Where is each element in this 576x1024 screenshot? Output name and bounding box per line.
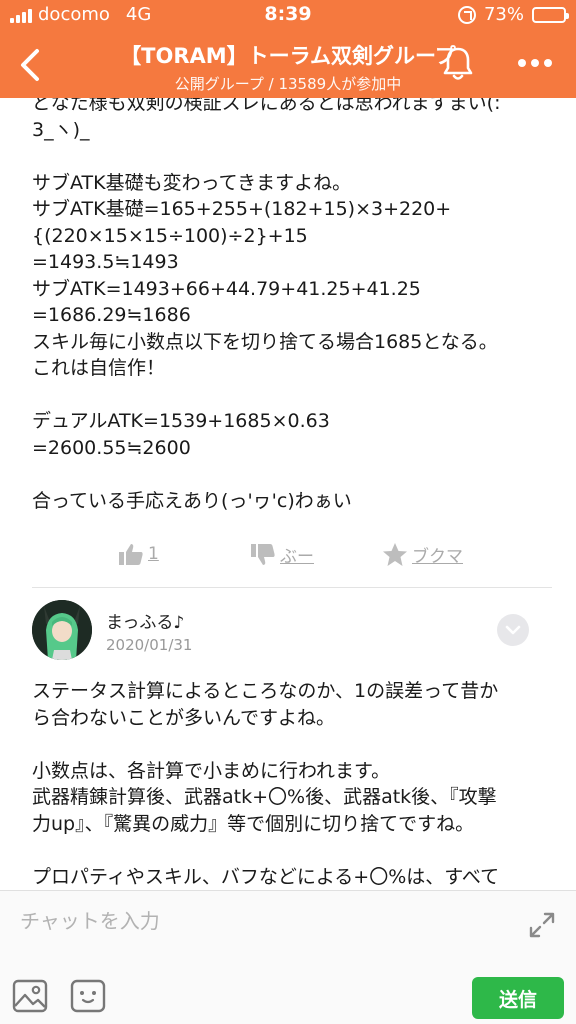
status-right: 73% [457,4,569,25]
dislike-label: ぶー [280,547,314,567]
bookmark-label: ブクマ [412,547,463,567]
back-button[interactable] [10,42,50,88]
more-dot-icon [518,59,526,67]
group-subtitle: 公開グループ / 13589人が参加中 [174,75,402,93]
like-button[interactable]: 1 [118,542,159,566]
comment-author[interactable]: まっふる♪ [106,608,184,633]
chat-input[interactable]: チャットを入力 [20,905,160,934]
more-dot-icon [544,59,552,67]
chat-composer: チャットを入力 送信 [0,890,576,1024]
thumbs-up-icon [119,544,143,565]
status-bar: docomo 4G 8:39 73% [0,0,576,30]
app-header: docomo 4G 8:39 73% 【TORAM】トーラム双剣グループ 公開グ… [0,0,576,98]
rotation-lock-icon [457,5,476,24]
title-block: 【TORAM】トーラム双剣グループ 公開グループ / 13589人が参加中 [80,40,496,94]
star-icon [383,543,407,566]
more-options-button[interactable] [512,48,558,78]
image-icon [12,979,48,1013]
post-actions: 1 ぶー ブクマ [0,534,576,578]
dislike-button[interactable]: ぶー [250,542,314,567]
avatar[interactable] [32,600,92,660]
chevron-down-icon [505,625,521,635]
avatar-image [32,600,92,660]
sticker-button[interactable] [70,979,106,1013]
thread-content[interactable]: どなた様も双剣の検証スレにあるとは思われますまい(: 3_ヽ)_ サブATK基礎… [0,98,576,890]
chevron-left-icon [21,49,39,81]
expand-icon [529,912,555,938]
bookmark-button[interactable]: ブクマ [382,542,463,567]
comment-header: まっふる♪ 2020/01/31 [0,598,576,668]
battery-percent: 73% [483,4,524,25]
divider [32,587,552,588]
comment-menu-button[interactable] [497,614,529,646]
comment-body: ステータス計算によるところなのか、1の誤差って昔か ら合わないことが多いんですよ… [32,680,500,888]
thumbs-down-icon [251,543,275,565]
expand-input-button[interactable] [526,909,558,941]
like-count: 1 [148,544,159,564]
post-body: どなた様も双剣の検証スレにあるとは思われますまい(: 3_ヽ)_ サブATK基礎… [32,98,501,512]
bell-icon [443,47,473,80]
battery-icon [532,6,569,23]
group-title: 【TORAM】トーラム双剣グループ [120,44,456,68]
comment-date: 2020/01/31 [106,636,193,654]
sticker-icon [70,979,106,1013]
more-dot-icon [531,59,539,67]
image-button[interactable] [12,979,48,1013]
notification-button[interactable] [436,42,480,86]
send-button[interactable]: 送信 [472,977,564,1019]
